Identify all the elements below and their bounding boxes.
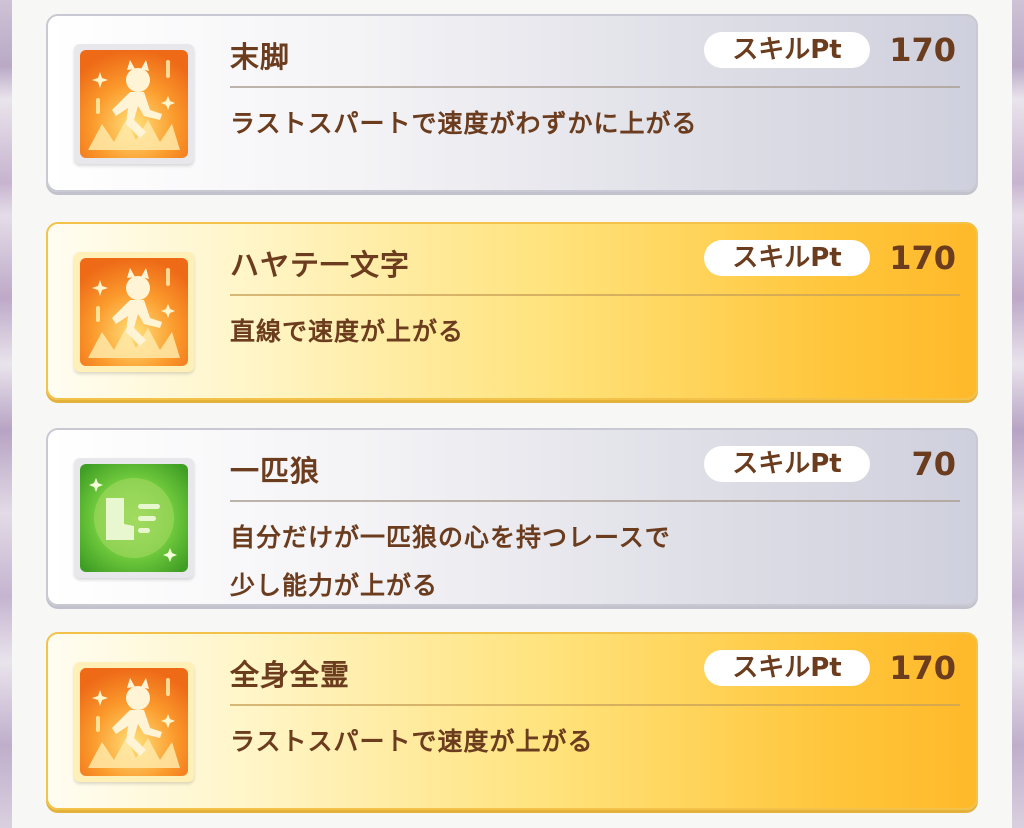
background-strip-left <box>0 0 12 828</box>
skill-name: 末脚 <box>230 40 291 74</box>
skill-description: ラストスパートで速度がわずかに上がる <box>230 100 698 148</box>
skill-icon-frame <box>74 662 194 782</box>
skill-name: ハヤテ一文字 <box>230 248 411 282</box>
skill-pt-label: スキルPt <box>704 240 870 276</box>
skill-icon-frame <box>74 252 194 372</box>
speed-runner-icon <box>80 668 188 776</box>
skill-description-line: ラストスパートで速度が上がる <box>230 727 594 756</box>
skill-description-line: ラストスパートで速度がわずかに上がる <box>230 109 698 138</box>
skill-pt-value: 70 <box>911 445 956 483</box>
skill-card-sue-ashi[interactable]: 末脚 スキルPt 170 ラストスパートで速度がわずかに上がる <box>46 14 978 192</box>
skill-pt-label: スキルPt <box>704 446 870 482</box>
skill-card-hayate-ichimonji[interactable]: ハヤテ一文字 スキルPt 170 直線で速度が上がる <box>46 222 978 400</box>
skill-card-ippiki-ookami[interactable]: 一匹狼 スキルPt 70 自分だけが一匹狼の心を持つレースで 少し能力が上がる <box>46 428 978 606</box>
divider <box>230 704 960 706</box>
skill-card-zenshin-zenrei[interactable]: 全身全霊 スキルPt 170 ラストスパートで速度が上がる <box>46 632 978 810</box>
skill-description-line: 直線で速度が上がる <box>230 317 465 346</box>
skill-icon-frame <box>74 458 194 578</box>
divider <box>230 86 960 88</box>
skill-description-line: 少し能力が上がる <box>230 571 439 600</box>
skill-description: 直線で速度が上がる <box>230 308 464 356</box>
speed-runner-icon <box>80 258 188 366</box>
speed-runner-icon <box>80 50 188 158</box>
skill-description: 自分だけが一匹狼の心を持つレースで 少し能力が上がる <box>230 514 671 610</box>
divider <box>230 500 960 502</box>
skill-pt-value: 170 <box>889 31 956 69</box>
skill-icon-frame <box>74 44 194 164</box>
green-boot-icon <box>80 464 188 572</box>
skill-pt-label: スキルPt <box>704 32 870 68</box>
skill-pt-value: 170 <box>889 239 956 277</box>
skill-pt-label: スキルPt <box>704 650 870 686</box>
skill-description-line: 自分だけが一匹狼の心を持つレースで <box>230 523 671 552</box>
background-strip-right <box>1012 0 1024 828</box>
skill-name: 一匹狼 <box>230 454 321 488</box>
divider <box>230 294 960 296</box>
skill-list-panel: 末脚 スキルPt 170 ラストスパートで速度がわずかに上がる ハヤテ一文字 ス… <box>12 0 1012 828</box>
skill-description: ラストスパートで速度が上がる <box>230 718 594 766</box>
skill-name: 全身全霊 <box>230 658 351 692</box>
skill-pt-value: 170 <box>889 649 956 687</box>
